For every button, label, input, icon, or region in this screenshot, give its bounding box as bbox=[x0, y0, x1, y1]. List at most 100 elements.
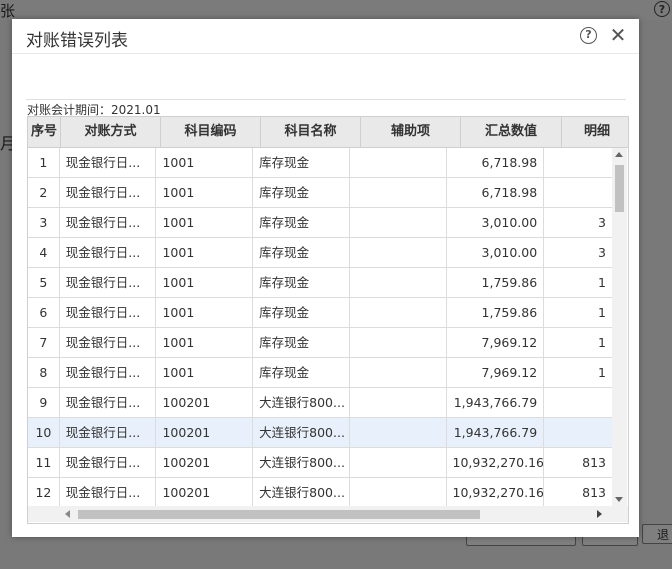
cell-name: 库存现金 bbox=[253, 148, 350, 177]
cell-total: 10,932,270.16 bbox=[447, 478, 545, 506]
table-row[interactable]: 3 现金银行日... 1001 库存现金 3,010.00 3 bbox=[28, 208, 612, 238]
cell-name: 大连银行800... bbox=[253, 418, 350, 447]
column-header-name[interactable]: 科目名称 bbox=[261, 117, 361, 147]
close-icon[interactable]: ✕ bbox=[608, 23, 628, 47]
cell-detail bbox=[544, 178, 612, 207]
cell-aux bbox=[350, 418, 447, 447]
dialog-header: 对账错误列表 ? ✕ bbox=[12, 19, 639, 53]
cell-detail: 813 bbox=[582, 485, 606, 500]
cell-method: 现金银行日... bbox=[60, 478, 157, 506]
table-row[interactable]: 5 现金银行日... 1001 库存现金 1,759.86 1 bbox=[28, 268, 612, 298]
cell-method: 现金银行日... bbox=[60, 178, 157, 207]
cell-detail bbox=[544, 148, 612, 177]
cell-total: 1,759.86 bbox=[447, 298, 545, 327]
table-row[interactable]: 9 现金银行日... 100201 大连银行800... 1,943,766.7… bbox=[28, 388, 612, 418]
horizontal-scroll-thumb[interactable] bbox=[78, 510, 480, 519]
table-row[interactable]: 1 现金银行日... 1001 库存现金 6,718.98 bbox=[28, 148, 612, 178]
table-row[interactable]: 8 现金银行日... 1001 库存现金 7,969.12 1 bbox=[28, 358, 612, 388]
cell-index: 5 bbox=[28, 268, 60, 297]
cell-code: 1001 bbox=[156, 148, 254, 177]
dialog-title: 对账错误列表 bbox=[26, 31, 128, 51]
cell-method: 现金银行日... bbox=[60, 208, 157, 237]
cell-code: 1001 bbox=[156, 298, 254, 327]
column-header-detail[interactable]: 明细 bbox=[562, 117, 628, 147]
cell-name: 大连银行800... bbox=[253, 448, 350, 477]
column-header-code[interactable]: 科目编码 bbox=[161, 117, 261, 147]
cell-detail: 3 bbox=[598, 215, 606, 230]
cell-detail: 813 bbox=[582, 455, 606, 470]
cell-index: 3 bbox=[28, 208, 60, 237]
cell-method: 现金银行日... bbox=[60, 418, 157, 447]
cell-method: 现金银行日... bbox=[60, 388, 157, 417]
vertical-scrollbar[interactable] bbox=[612, 148, 627, 506]
scroll-up-arrow-icon[interactable] bbox=[615, 152, 623, 157]
cell-code: 1001 bbox=[156, 358, 254, 387]
cell-method: 现金银行日... bbox=[60, 328, 157, 357]
cell-total: 10,932,270.16 bbox=[447, 448, 545, 477]
table-row[interactable]: 11 现金银行日... 100201 大连银行800... 10,932,270… bbox=[28, 448, 612, 478]
column-header-aux[interactable]: 辅助项 bbox=[361, 117, 461, 147]
cell-method: 现金银行日... bbox=[60, 148, 157, 177]
question-circle-icon[interactable]: ? bbox=[580, 27, 597, 44]
reconciliation-error-dialog: 对账错误列表 ? ✕ 对账会计期间：2021.01 序号 对账方式 科目编码 科… bbox=[12, 19, 639, 537]
cell-name: 库存现金 bbox=[253, 358, 350, 387]
table-row[interactable]: 12 现金银行日... 100201 大连银行800... 10,932,270… bbox=[28, 478, 612, 506]
cell-index: 9 bbox=[28, 388, 60, 417]
cell-total: 3,010.00 bbox=[447, 238, 545, 267]
cell-total: 7,969.12 bbox=[447, 328, 545, 357]
grid-body: 1 现金银行日... 1001 库存现金 6,718.98 2 现金银行日...… bbox=[28, 148, 612, 506]
error-grid: 序号 对账方式 科目编码 科目名称 辅助项 汇总数值 明细 1 现金银行日...… bbox=[27, 116, 629, 524]
cell-index: 7 bbox=[28, 328, 60, 357]
cell-aux bbox=[350, 148, 447, 177]
cell-detail: 3 bbox=[598, 245, 606, 260]
cell-aux bbox=[350, 178, 447, 207]
cell-index: 8 bbox=[28, 358, 60, 387]
cell-code: 100201 bbox=[156, 448, 254, 477]
cell-detail: 1 bbox=[598, 275, 606, 290]
table-row[interactable]: 4 现金银行日... 1001 库存现金 3,010.00 3 bbox=[28, 238, 612, 268]
cell-aux bbox=[350, 478, 447, 506]
cell-code: 100201 bbox=[156, 478, 254, 506]
cell-code: 1001 bbox=[156, 328, 254, 357]
table-row-selected[interactable]: 10 现金银行日... 100201 大连银行800... 1,943,766.… bbox=[28, 418, 612, 448]
cell-code: 100201 bbox=[156, 388, 254, 417]
cell-code: 1001 bbox=[156, 178, 254, 207]
cell-aux bbox=[350, 238, 447, 267]
cell-index: 2 bbox=[28, 178, 60, 207]
cell-aux bbox=[350, 388, 447, 417]
scroll-left-arrow-icon[interactable] bbox=[65, 510, 70, 518]
column-header-index[interactable]: 序号 bbox=[28, 117, 61, 147]
cell-total: 6,718.98 bbox=[447, 148, 545, 177]
cell-index: 6 bbox=[28, 298, 60, 327]
cell-code: 100201 bbox=[156, 418, 254, 447]
cell-detail: 1 bbox=[598, 305, 606, 320]
cell-detail bbox=[544, 418, 612, 447]
cell-total: 1,943,766.79 bbox=[447, 418, 545, 447]
cell-aux bbox=[350, 298, 447, 327]
cell-total: 6,718.98 bbox=[447, 178, 545, 207]
cell-name: 库存现金 bbox=[253, 268, 350, 297]
cell-method: 现金银行日... bbox=[60, 238, 157, 267]
cell-name: 库存现金 bbox=[253, 328, 350, 357]
header-divider bbox=[12, 53, 639, 54]
column-header-total[interactable]: 汇总数值 bbox=[461, 117, 562, 147]
cell-detail: 1 bbox=[598, 365, 606, 380]
cell-aux bbox=[350, 328, 447, 357]
horizontal-scrollbar[interactable] bbox=[28, 506, 612, 522]
vertical-scroll-thumb[interactable] bbox=[615, 165, 624, 212]
column-header-method[interactable]: 对账方式 bbox=[61, 117, 161, 147]
cell-name: 库存现金 bbox=[253, 178, 350, 207]
table-row[interactable]: 6 现金银行日... 1001 库存现金 1,759.86 1 bbox=[28, 298, 612, 328]
cell-index: 1 bbox=[28, 148, 60, 177]
cell-aux bbox=[350, 208, 447, 237]
cell-name: 大连银行800... bbox=[253, 388, 350, 417]
table-row[interactable]: 7 现金银行日... 1001 库存现金 7,969.12 1 bbox=[28, 328, 612, 358]
cell-name: 库存现金 bbox=[253, 298, 350, 327]
scroll-down-arrow-icon[interactable] bbox=[615, 497, 623, 502]
cell-method: 现金银行日... bbox=[60, 268, 157, 297]
table-row[interactable]: 2 现金银行日... 1001 库存现金 6,718.98 bbox=[28, 178, 612, 208]
scroll-right-arrow-icon[interactable] bbox=[597, 510, 602, 518]
cell-detail: 1 bbox=[598, 335, 606, 350]
cell-index: 10 bbox=[28, 418, 60, 447]
cell-aux bbox=[350, 358, 447, 387]
